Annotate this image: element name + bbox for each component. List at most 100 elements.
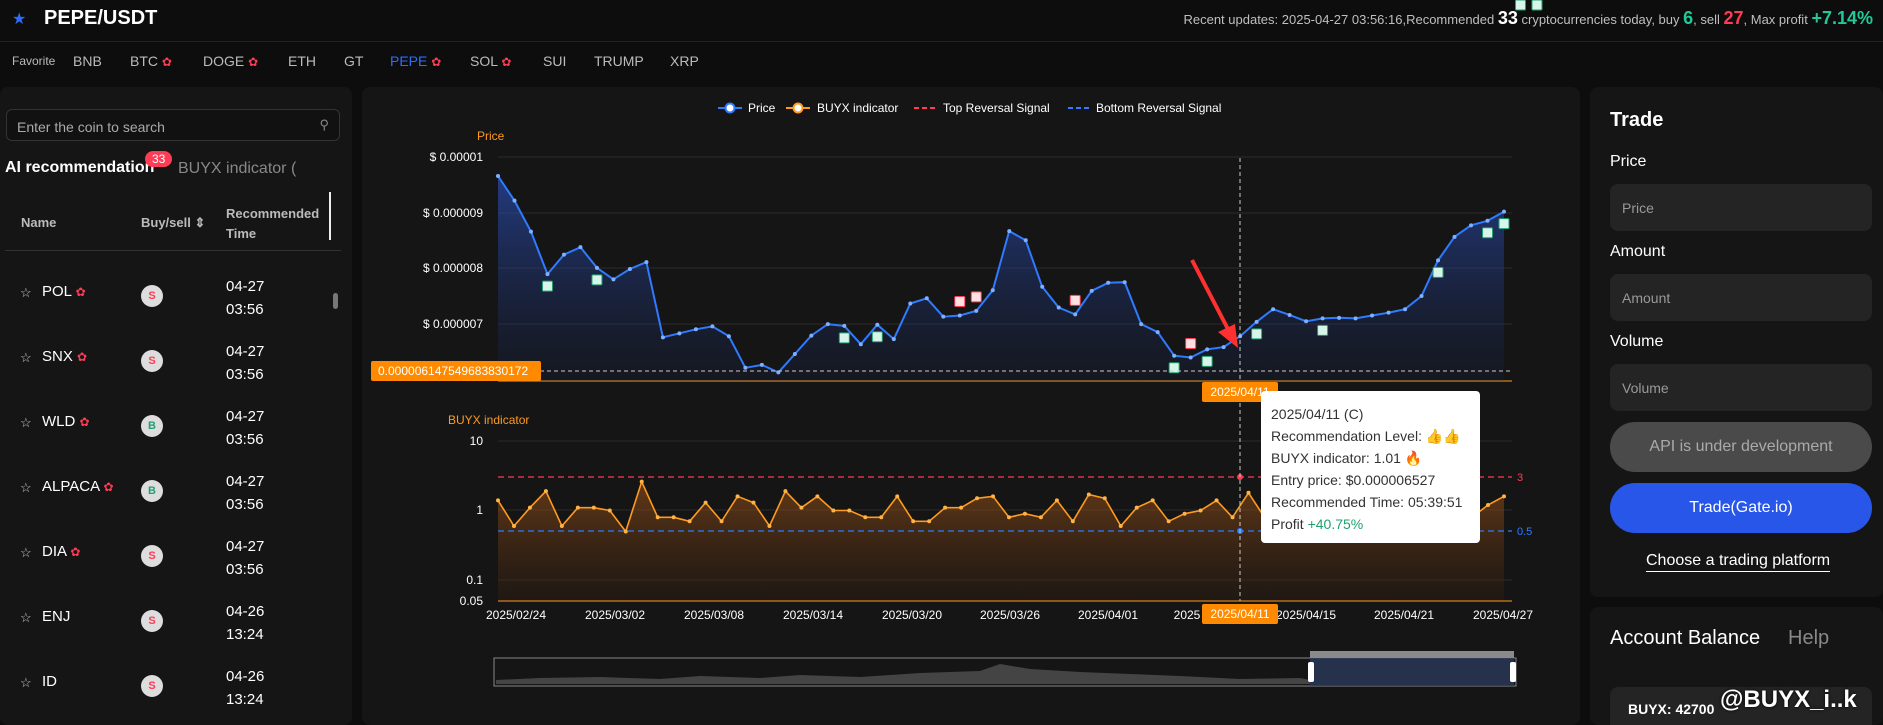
indicator-point	[783, 489, 788, 494]
price-point	[561, 252, 566, 257]
price-point	[974, 308, 979, 313]
indicator-point	[1502, 494, 1506, 499]
buy-signal-marker	[1201, 355, 1213, 367]
indicator-point	[1054, 498, 1059, 503]
x-tick: 2025/03/14	[783, 608, 843, 622]
price-point	[710, 324, 715, 329]
annotation-arrow	[1190, 259, 1232, 334]
buy-signal-marker	[1498, 218, 1510, 230]
x-tick: 2025	[1174, 608, 1201, 622]
price-point	[1353, 316, 1358, 321]
chart-tooltip: 2025/04/11 (C) Recommendation Level: 👍👍 …	[1261, 391, 1480, 543]
price-point	[1205, 347, 1210, 352]
x-tick: 2025/03/26	[980, 608, 1040, 622]
legend-bottom-reversal[interactable]: Bottom Reversal Signal	[1096, 101, 1221, 115]
chart-legend[interactable]: Price BUYX indicator Top Reversal Signal…	[718, 101, 1221, 115]
price-point	[528, 229, 533, 234]
price-point	[1139, 322, 1144, 327]
indicator-point	[943, 505, 948, 510]
price-point	[858, 342, 863, 347]
indicator-point	[1182, 511, 1187, 516]
x-tick: 2025/02/24	[486, 608, 546, 622]
indicator-point	[1070, 519, 1075, 524]
indicator-point	[671, 515, 676, 520]
tooltip-level: Recommendation Level: 👍👍	[1271, 425, 1470, 447]
buy-signal-marker	[1531, 0, 1543, 11]
indicator-tick: 0.05	[460, 594, 484, 608]
indicator-point	[607, 508, 612, 513]
tooltip-level-label: Recommendation Level:	[1271, 428, 1426, 444]
price-point	[693, 327, 698, 332]
account-balance-title[interactable]: Account Balance	[1610, 627, 1760, 650]
choose-platform-link[interactable]: Choose a trading platform	[1646, 552, 1831, 572]
price-point	[545, 272, 550, 277]
price-point	[512, 198, 517, 203]
indicator-point	[735, 494, 740, 499]
indicator-tick: 0.1	[466, 573, 483, 587]
sell-signal-marker	[954, 296, 966, 308]
price-point	[1271, 307, 1276, 312]
price-point	[726, 334, 731, 339]
thumbs-up-icon: 👍👍	[1425, 428, 1461, 444]
fire-icon: 🔥	[1404, 450, 1423, 466]
price-point	[594, 265, 599, 270]
indicator-point	[1006, 515, 1011, 520]
price-point	[644, 260, 649, 265]
amount-input[interactable]	[1610, 274, 1872, 321]
legend-buyx-marker	[792, 102, 804, 114]
price-input[interactable]	[1610, 184, 1872, 231]
trade-title: Trade	[1610, 109, 1664, 131]
indicator-point	[1118, 523, 1123, 528]
volume-label: Volume	[1610, 333, 1664, 350]
sell-signal-marker	[1185, 337, 1197, 349]
indicator-point	[511, 523, 516, 528]
indicator-point	[1198, 508, 1203, 513]
indicator-point	[815, 494, 820, 499]
x-tick: 2025/03/08	[684, 608, 744, 622]
indicator-point	[591, 505, 596, 510]
price-point	[611, 277, 616, 282]
zoom-window[interactable]	[1310, 658, 1514, 686]
tooltip-profit-label: Profit	[1271, 516, 1308, 532]
volume-input[interactable]	[1610, 364, 1872, 411]
price-point	[677, 331, 682, 336]
price-tick: $ 0.000009	[423, 206, 483, 220]
legend-buyx[interactable]: BUYX indicator	[817, 101, 898, 115]
indicator-point	[831, 508, 836, 513]
indicator-point	[975, 496, 980, 501]
indicator-point	[1086, 492, 1091, 497]
indicator-point	[1246, 490, 1251, 495]
price-point	[496, 173, 500, 178]
tooltip-entry-price: Entry price: $0.000006527	[1271, 472, 1436, 488]
watermark: @BUYX_i..k	[1720, 686, 1857, 713]
tooltip-profit: Profit +40.75%	[1271, 513, 1470, 535]
indicator-point	[687, 519, 692, 524]
price-point	[1155, 330, 1160, 335]
indicator-point	[991, 494, 996, 499]
zoom-right-handle[interactable]	[1510, 662, 1516, 682]
buy-signal-marker	[1317, 324, 1329, 336]
indicator-point	[911, 519, 916, 524]
price-point	[627, 267, 632, 271]
legend-price[interactable]: Price	[748, 101, 776, 115]
price-tick: $ 0.000007	[423, 317, 483, 331]
indicator-point	[1150, 498, 1155, 503]
legend-top-reversal[interactable]: Top Reversal Signal	[943, 101, 1050, 115]
price-point	[875, 322, 880, 327]
x-tick: 2025/04/15	[1276, 608, 1336, 622]
zoom-window-handlebar[interactable]	[1310, 651, 1514, 658]
indicator-point	[703, 500, 708, 505]
api-button[interactable]: API is under development	[1610, 422, 1872, 472]
price-point	[1106, 280, 1111, 285]
zoom-left-handle[interactable]	[1308, 662, 1314, 682]
sell-signal-marker	[1069, 294, 1081, 306]
price-point	[1337, 315, 1342, 320]
price-point	[660, 335, 665, 340]
indicator-point	[799, 505, 804, 510]
zoom-slider[interactable]	[493, 651, 1517, 687]
trade-button[interactable]: Trade(Gate.io)	[1610, 483, 1872, 533]
price-axis-label: Price	[477, 129, 505, 143]
help-tab[interactable]: Help	[1788, 627, 1829, 650]
indicator-point	[1022, 511, 1027, 516]
tooltip-indicator: BUYX indicator: 1.01 🔥	[1271, 447, 1470, 469]
